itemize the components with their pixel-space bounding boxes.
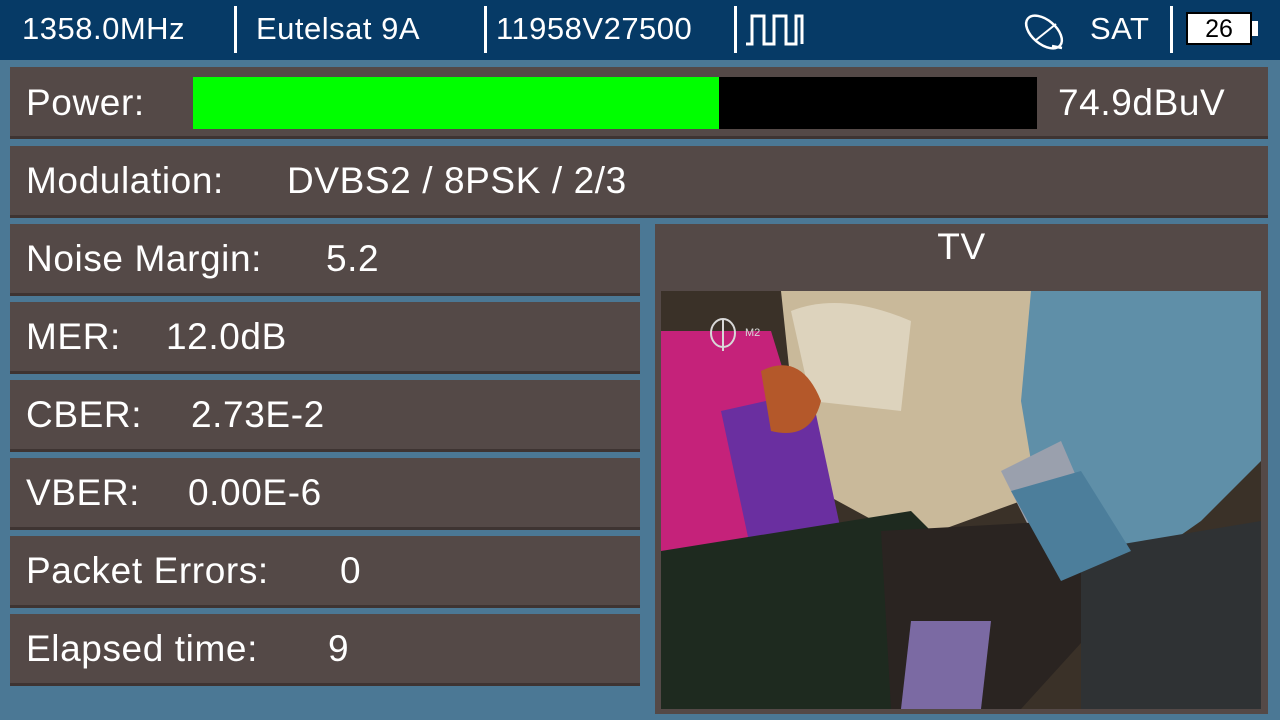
battery-level: 26 [1205,15,1233,43]
divider [734,6,737,53]
tv-title: TV [937,226,986,267]
divider [484,6,487,53]
channel-logo-icon [710,318,736,351]
battery-tip [1252,21,1258,36]
metric-value: 0 [340,550,362,591]
metric-label: MER: [26,316,121,357]
metric-value: 12.0dB [166,316,287,357]
battery-icon: 26 [1186,12,1252,45]
modulation-label: Modulation: [26,160,224,201]
square-wave-icon [746,14,804,46]
frequency-readout: 1358.0MHz [22,11,186,46]
modulation-value: DVBS2 / 8PSK / 2/3 [287,160,627,201]
channel-logo-text: M2 [745,327,761,339]
satellite-name: Eutelsat 9A [256,11,421,46]
metric-label: Packet Errors: [26,550,269,591]
power-label: Power: [26,82,145,123]
transponder-readout: 11958V27500 [496,11,693,46]
metric-value: 9 [328,628,350,669]
metric-label: Noise Margin: [26,238,263,279]
metric-value: 5.2 [326,238,380,279]
metric-value: 2.73E-2 [191,394,325,435]
status-bar: 1358.0MHz Eutelsat 9A 11958V27500 SAT 26 [0,0,1280,60]
video-frame [661,291,1261,709]
metric-value: 0.00E-6 [188,472,322,513]
metric-label: CBER: [26,394,143,435]
power-bar [193,77,1037,129]
satellite-dish-icon [1024,14,1064,50]
divider [1170,6,1173,53]
divider [234,6,237,53]
power-value: 74.9dBuV [1058,82,1226,123]
metric-label: Elapsed time: [26,628,258,669]
power-bar-fill [193,77,719,129]
metric-label: VBER: [26,472,141,513]
video-preview: M2 [661,291,1261,709]
mode-label: SAT [1090,11,1150,46]
